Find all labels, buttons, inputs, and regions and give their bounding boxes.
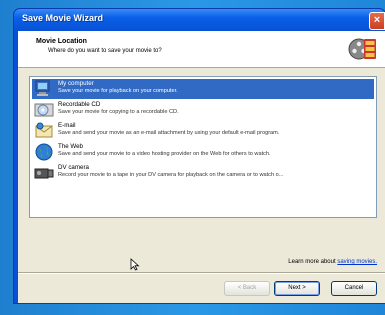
list-item-my-computer[interactable]: My computer Save your movie for playback… xyxy=(32,79,374,99)
page-subtitle: Where do you want to save your movie to? xyxy=(48,48,162,54)
window-title: Save Movie Wizard xyxy=(22,13,103,23)
learn-more-prefix: Learn more about xyxy=(288,259,338,265)
footer-divider xyxy=(18,272,385,274)
option-description: Record your movie to a tape in your DV c… xyxy=(58,172,284,178)
option-name: The Web xyxy=(58,143,83,150)
option-description: Save and send your movie as an e-mail at… xyxy=(58,130,280,136)
computer-icon xyxy=(35,80,50,96)
learn-more-text: Learn more about saving movies. xyxy=(288,259,377,265)
saving-movies-link[interactable]: saving movies. xyxy=(337,259,377,265)
close-button[interactable]: × xyxy=(369,12,385,30)
cancel-button[interactable]: Cancel xyxy=(331,281,377,296)
email-icon xyxy=(35,122,53,138)
next-button[interactable]: Next > xyxy=(274,281,320,296)
cd-icon xyxy=(34,103,54,117)
option-name: E-mail xyxy=(58,122,76,129)
option-description: Save and send your movie to a video host… xyxy=(58,151,271,157)
option-description: Save your movie for copying to a recorda… xyxy=(58,109,179,115)
wizard-header: Movie Location Where do you want to save… xyxy=(18,31,385,68)
list-item-the-web[interactable]: The Web Save and send your movie to a vi… xyxy=(32,142,374,162)
option-description: Save your movie for playback on your com… xyxy=(58,88,178,94)
back-button[interactable]: < Back xyxy=(224,281,270,296)
camcorder-icon xyxy=(34,168,54,179)
title-bar[interactable]: Save Movie Wizard × xyxy=(14,9,385,31)
list-item-recordable-cd[interactable]: Recordable CD Save your movie for copyin… xyxy=(32,100,374,120)
list-item-dv-camera[interactable]: DV camera Record your movie to a tape in… xyxy=(32,163,374,183)
wizard-window: Save Movie Wizard × Movie Location Where… xyxy=(14,9,385,303)
location-list[interactable]: My computer Save your movie for playback… xyxy=(29,76,377,218)
option-name: Recordable CD xyxy=(58,101,101,108)
list-item-email[interactable]: E-mail Save and send your movie as an e-… xyxy=(32,121,374,141)
page-title: Movie Location xyxy=(36,38,87,45)
option-name: My computer xyxy=(58,80,94,87)
film-reel-icon xyxy=(348,38,376,60)
mouse-cursor-icon xyxy=(130,258,140,271)
globe-icon xyxy=(35,143,53,161)
wizard-client-area: Movie Location Where do you want to save… xyxy=(18,31,385,303)
option-name: DV camera xyxy=(58,164,89,171)
